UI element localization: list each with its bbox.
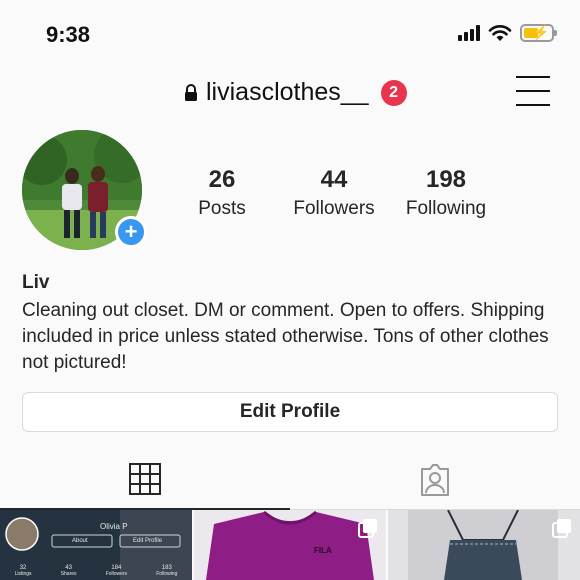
multiple-photos-icon [552, 519, 571, 538]
grid-post[interactable]: FILA [194, 510, 386, 580]
profile-tabs [0, 450, 580, 510]
add-story-button[interactable]: + [115, 216, 147, 248]
followers-count: 44 [320, 166, 348, 193]
posts-grid: Olivia P About Edit Profile 32 Listings 4… [0, 510, 580, 580]
menu-icon[interactable] [516, 76, 550, 106]
grid-icon [129, 463, 161, 495]
tab-grid[interactable] [0, 450, 290, 510]
grid-post[interactable] [388, 510, 580, 580]
following-stat[interactable]: 198 Following [386, 166, 506, 220]
bio-text: Cleaning out closet. DM or comment. Open… [22, 300, 549, 373]
profile-header: liviasclothes__ 2 [0, 64, 580, 124]
post-overlay-name: Olivia P [100, 522, 128, 531]
post-overlay-about: About [72, 538, 88, 544]
status-icons: ⚡ [458, 24, 557, 42]
notification-badge: 2 [380, 79, 407, 106]
tagged-person-icon [421, 464, 449, 496]
following-count: 198 [425, 166, 467, 193]
posts-stat[interactable]: 26 Posts [162, 166, 282, 220]
account-switcher[interactable]: liviasclothes__ 2 [184, 78, 407, 107]
battery-icon: ⚡ [520, 24, 557, 42]
tab-tagged[interactable] [290, 450, 580, 510]
post-brand: FILA [314, 546, 332, 555]
multiple-photos-icon [358, 519, 377, 538]
posts-label: Posts [198, 198, 246, 219]
following-label: Following [405, 198, 487, 219]
grid-post[interactable]: Olivia P About Edit Profile 32 Listings 4… [0, 510, 192, 580]
lock-icon [185, 83, 197, 101]
signal-icon [458, 25, 480, 41]
wifi-icon [488, 25, 512, 41]
username: liviasclothes__ [206, 78, 369, 106]
edit-profile-button[interactable]: Edit Profile [22, 392, 558, 432]
profile-bio: Liv Cleaning out closet. DM or comment. … [22, 272, 562, 376]
posts-count: 26 [208, 166, 236, 193]
status-bar: 9:38 ⚡ [0, 0, 580, 60]
profile-name: Liv [22, 272, 50, 293]
status-time: 9:38 [46, 22, 91, 47]
followers-label: Followers [293, 198, 375, 219]
followers-stat[interactable]: 44 Followers [274, 166, 394, 220]
post-overlay-stats: 32 Listings 43 Shares 184 Followers 183 Foll… [14, 565, 178, 577]
post-overlay-edit: Edit Profile [133, 538, 163, 544]
